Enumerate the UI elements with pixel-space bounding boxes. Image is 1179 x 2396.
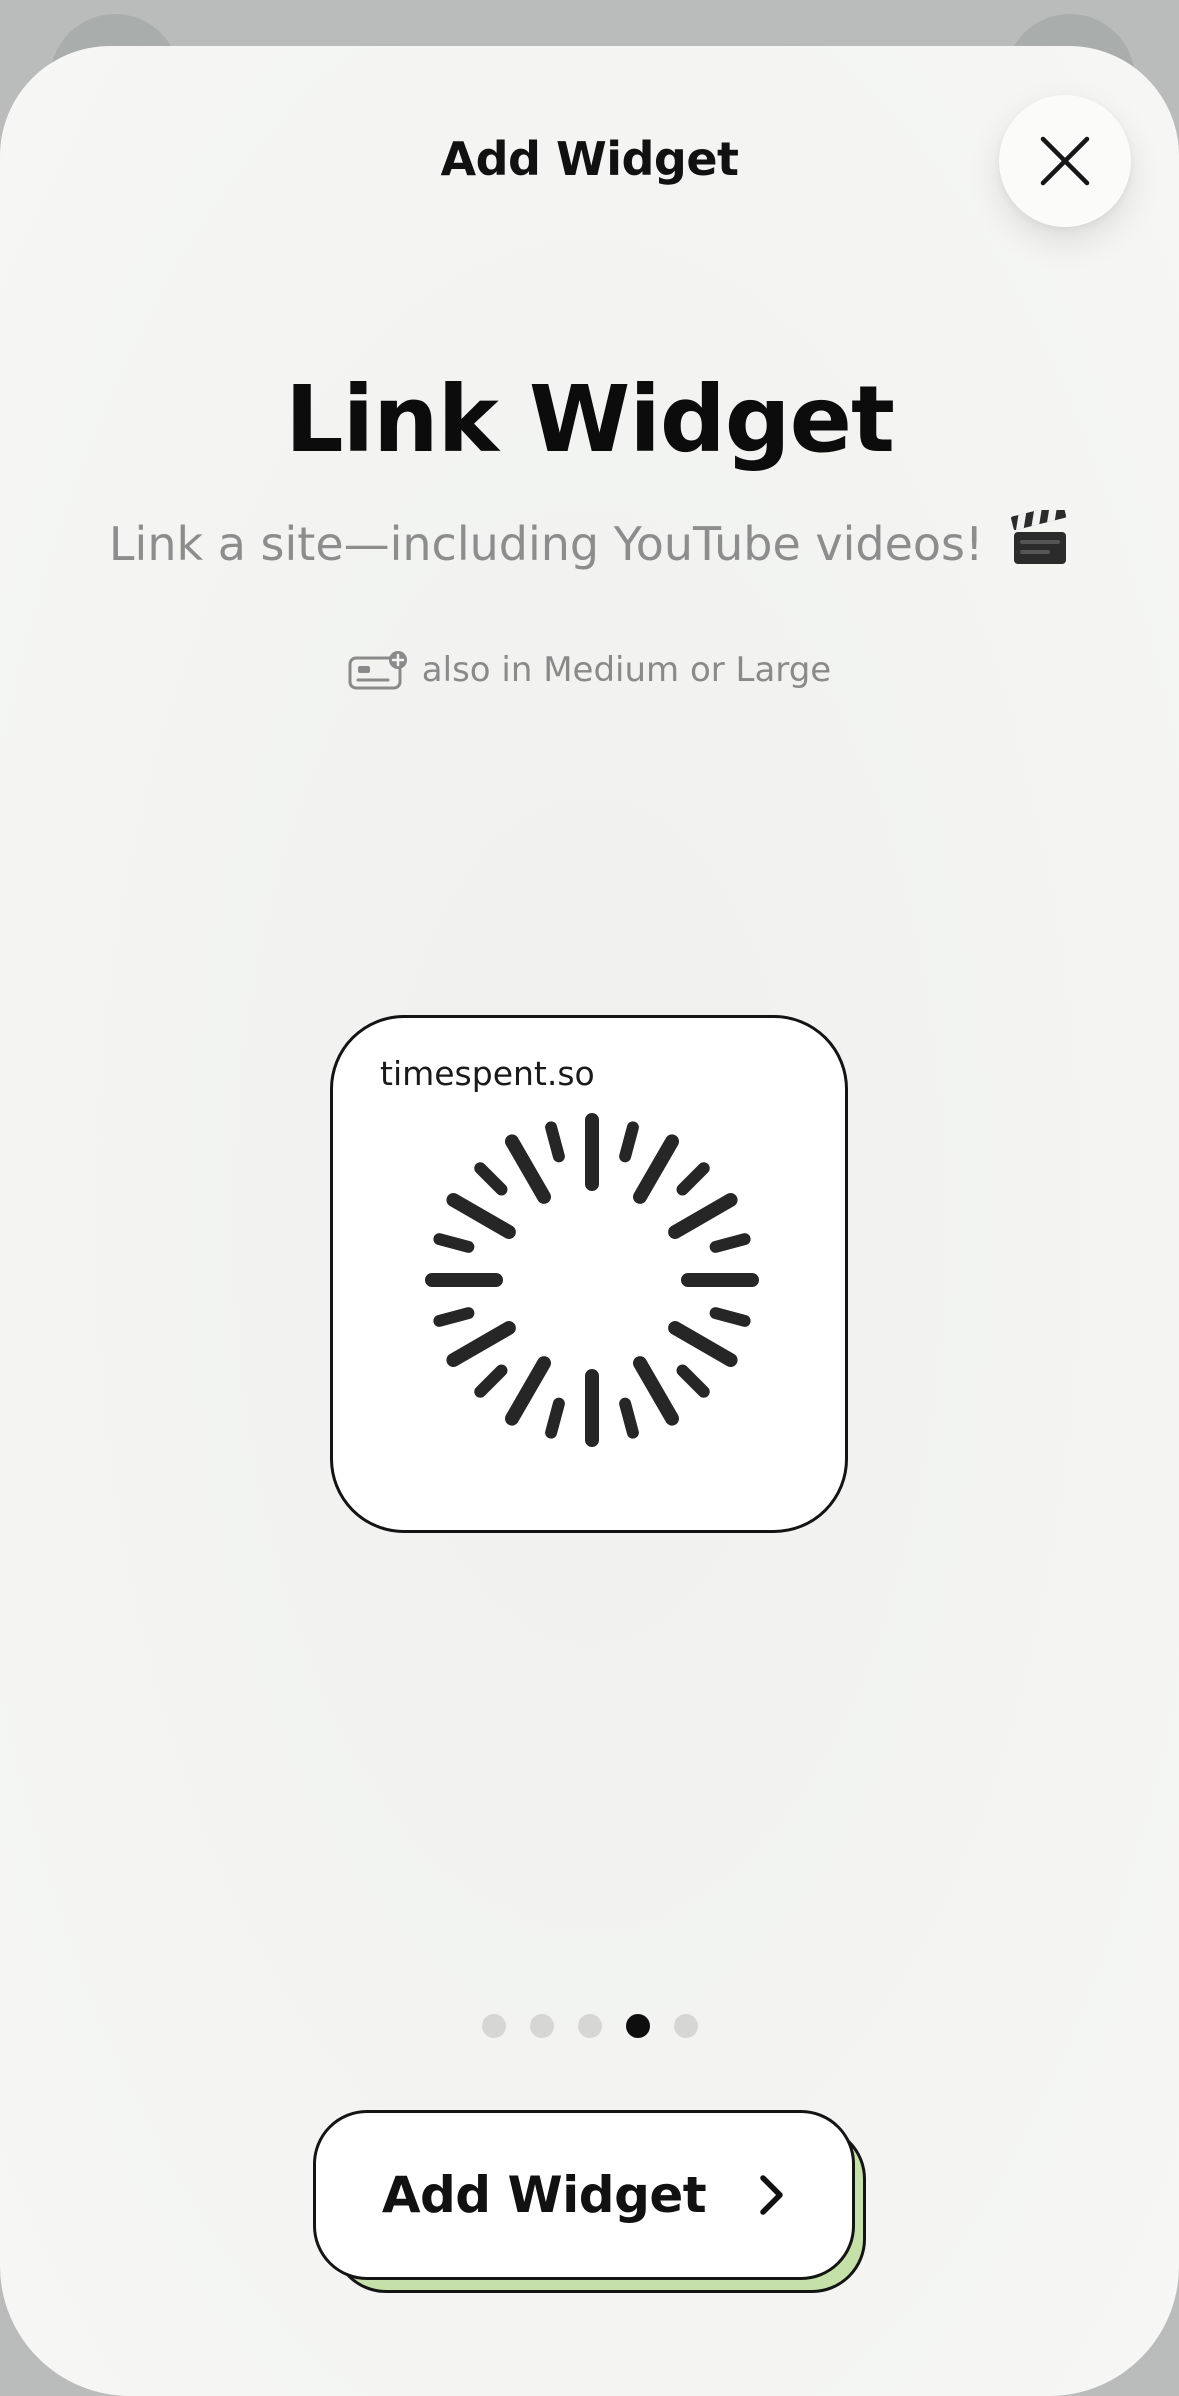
- spinner-tick: [668, 1193, 738, 1239]
- add-widget-label: Add Widget: [381, 2166, 707, 2224]
- add-widget-sheet: Add Widget Link Widget Link a site—inclu…: [0, 46, 1179, 2396]
- chevron-right-icon: [760, 2175, 783, 2215]
- spinner-tick: [545, 1121, 565, 1163]
- spinner-tick: [474, 1364, 508, 1398]
- spinner-tick: [676, 1364, 710, 1398]
- page-dot[interactable]: [529, 2014, 554, 2038]
- page-dot[interactable]: [577, 2014, 602, 2038]
- widget-size-add-icon: [348, 651, 407, 690]
- spinner-tick: [633, 1134, 679, 1204]
- page-indicator: [0, 2014, 1179, 2038]
- loading-spinner-icon: [425, 1113, 759, 1447]
- spinner-tick: [433, 1233, 475, 1253]
- spinner-tick: [619, 1121, 639, 1163]
- spinner-tick: [505, 1134, 551, 1204]
- spinner-tick: [545, 1397, 565, 1439]
- spinner-tick: [446, 1193, 516, 1239]
- clapperboard-icon: [1011, 510, 1067, 564]
- add-widget-button[interactable]: Add Widget: [313, 2110, 855, 2280]
- spinner-tick: [709, 1233, 751, 1253]
- spinner-tick: [474, 1162, 508, 1196]
- page-dot[interactable]: [673, 2014, 698, 2038]
- spinner-tick: [446, 1321, 516, 1367]
- close-icon: [1040, 136, 1090, 186]
- link-widget-preview: timespent.so: [330, 1015, 848, 1533]
- page-dot[interactable]: [481, 2014, 506, 2038]
- spinner-tick: [433, 1307, 475, 1327]
- preview-domain: timespent.so: [380, 1054, 595, 1093]
- spinner-tick: [709, 1307, 751, 1327]
- close-button[interactable]: [999, 95, 1131, 227]
- widget-name: Link Widget: [285, 366, 895, 473]
- widget-description: Link a site—including YouTube videos!: [0, 510, 1179, 571]
- spinner-tick: [619, 1397, 639, 1439]
- page-dot[interactable]: [625, 2014, 650, 2038]
- spinner-tick: [668, 1321, 738, 1367]
- widget-sizes-info: also in Medium or Large: [0, 650, 1179, 690]
- widget-sizes-text: also in Medium or Large: [421, 650, 832, 690]
- spinner-tick: [676, 1162, 710, 1196]
- widget-description-text: Link a site—including YouTube videos!: [108, 517, 984, 571]
- spinner-tick: [633, 1356, 679, 1426]
- spinner-tick: [505, 1356, 551, 1426]
